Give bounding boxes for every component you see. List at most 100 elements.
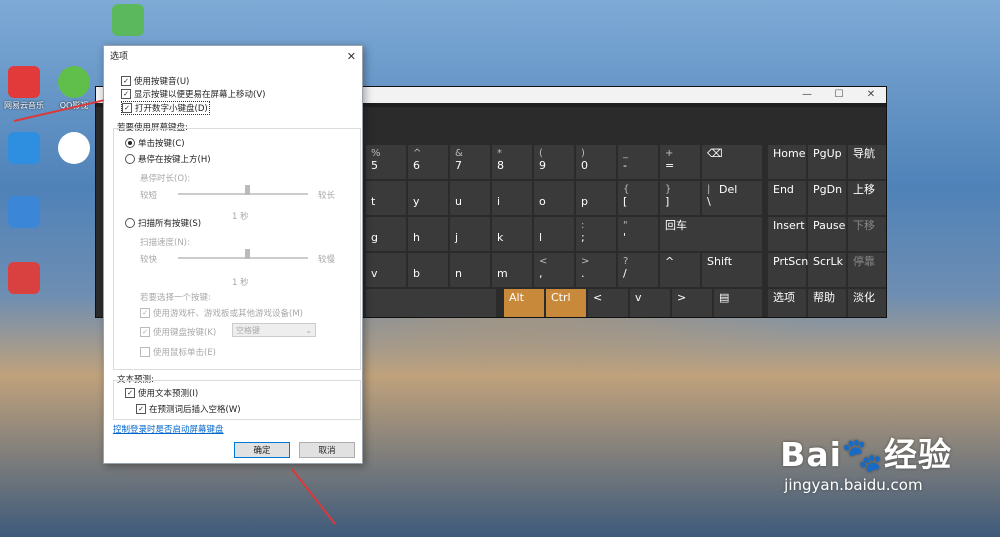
key-insert[interactable]: Insert [768,217,806,251]
key-nav[interactable]: 导航 [848,145,886,179]
close-icon[interactable]: ✕ [347,46,356,68]
checkbox-unchecked[interactable] [140,347,150,357]
key-j[interactable]: j [450,217,490,251]
key-m[interactable]: m [492,253,532,287]
key-select-dropdown[interactable]: 空格键 ⌄ [232,323,316,337]
scan-slider-thumb[interactable] [245,249,250,259]
menu-icon: ▤ [719,291,730,304]
ok-button[interactable]: 确定 [234,442,290,458]
key-p[interactable]: p [576,181,616,215]
desktop-icon-app[interactable] [4,132,44,164]
desktop-icon-qq[interactable] [54,132,94,164]
key-prtscn[interactable]: PrtScn [768,253,808,287]
scan-speed-slider[interactable] [178,257,308,259]
key-pgup[interactable]: PgUp [808,145,846,179]
key-arrow-right[interactable]: > [672,289,712,317]
key-slash[interactable]: ? / [618,253,658,287]
key-semicolon[interactable]: :; [576,217,616,251]
key-b[interactable]: b [408,253,448,287]
opt-text-prediction[interactable]: ✓ 使用文本预测(I) [125,387,198,399]
key-pause[interactable]: Pause [808,217,846,251]
key-6[interactable]: ^ 6 [408,145,448,179]
key-8[interactable]: * 8 [492,145,532,179]
key-0[interactable]: ) 0 [576,145,616,179]
checkbox-checked[interactable]: ✓ [140,327,150,337]
opt-insert-space[interactable]: ✓ 在预测词后插入空格(W) [136,403,241,415]
key-comma[interactable]: <, [534,253,574,287]
key-backspace[interactable]: ⌫ [702,145,762,179]
opt-joystick[interactable]: ✓ 使用游戏杆、游戏板或其他游戏设备(M) [140,307,303,319]
key-k[interactable]: k [492,217,532,251]
key-alt[interactable]: Alt [504,289,544,317]
opt-mouse-click[interactable]: 使用鼠标单击(E) [140,346,216,358]
key-y[interactable]: y [408,181,448,215]
key-move-up[interactable]: 上移 [848,181,886,215]
key-pgdn[interactable]: PgDn [808,181,846,215]
key-5[interactable]: % 5 [366,145,406,179]
checkbox-checked[interactable]: ✓ [122,103,132,113]
key-end[interactable]: End [768,181,806,215]
hover-time-slider[interactable] [178,193,308,195]
desktop-icon-blurred-1[interactable] [4,196,44,228]
checkbox-checked[interactable]: ✓ [125,388,135,398]
key-move-down[interactable]: 下移 [848,217,886,251]
checkbox-checked[interactable]: ✓ [136,404,146,414]
minimize-icon[interactable]: — [792,87,822,103]
key-home[interactable]: Home [768,145,806,179]
desktop-icon-blurred-2[interactable] [4,262,44,294]
key-9[interactable]: (9 [534,145,574,179]
radio-click-keys[interactable]: 单击按键(C) [125,137,185,149]
key-quote[interactable]: " ' [618,217,658,251]
opt-keyboard-key[interactable]: ✓ 使用键盘按键(K) [140,326,216,338]
key-t[interactable]: t [366,181,406,215]
key-7[interactable]: & 7 [450,145,490,179]
cancel-button[interactable]: 取消 [299,442,355,458]
blurred-app-icon [8,196,40,228]
checkbox-checked[interactable]: ✓ [140,308,150,318]
checkbox-checked[interactable]: ✓ [121,76,131,86]
key-arrow-up[interactable]: ^ [660,253,700,287]
key-minus[interactable]: _ - [618,145,658,179]
key-equals[interactable]: + = [660,145,700,179]
key-l[interactable]: l [534,217,574,251]
key-n[interactable]: n [450,253,490,287]
desktop-icon-netease-music[interactable]: 网易云音乐 [4,66,44,111]
key-arrow-down[interactable]: v [630,289,670,317]
radio-unselected[interactable] [125,154,135,164]
key-arrow-left[interactable]: < [588,289,628,317]
radio-scan-keys[interactable]: 扫描所有按键(S) [125,217,201,229]
opt-numpad[interactable]: ✓ 打开数字小键盘(D) [121,101,210,115]
key-o[interactable]: o [534,181,574,215]
key-dock[interactable]: 停靠 [848,253,886,287]
desktop-icon-wechat[interactable] [108,4,148,36]
radio-unselected[interactable] [125,218,135,228]
radio-hover-keys[interactable]: 悬停在按键上方(H) [125,153,211,165]
key-enter[interactable]: 回车 [660,217,762,251]
key-del[interactable]: Del [714,181,762,215]
key-ctrl[interactable]: Ctrl [546,289,586,317]
radio-selected[interactable] [125,138,135,148]
checkbox-checked[interactable]: ✓ [121,89,131,99]
key-bracket-right[interactable]: }] [660,181,700,215]
key-options[interactable]: 选项 [768,289,806,317]
key-u[interactable]: u [450,181,490,215]
opt-key-sound[interactable]: ✓ 使用按键音(U) [121,75,189,87]
key-bracket-left[interactable]: {[ [618,181,658,215]
key-scrlk[interactable]: ScrLk [808,253,846,287]
key-h[interactable]: h [408,217,448,251]
key-i[interactable]: i [492,181,532,215]
key-fade[interactable]: 淡化 [848,289,886,317]
key-help[interactable]: 帮助 [808,289,846,317]
key-shift[interactable]: Shift [702,253,762,287]
close-icon[interactable]: ✕ [856,87,886,103]
key-menu[interactable]: ▤ [714,289,762,317]
maximize-icon[interactable]: ☐ [824,87,854,103]
hover-slider-thumb[interactable] [245,185,250,195]
hover-short-label: 较短 [140,191,158,201]
key-g[interactable]: g [366,217,406,251]
key-period[interactable]: >. [576,253,616,287]
startup-control-link[interactable]: 控制登录时是否启动屏幕键盘 [113,423,224,435]
key-space[interactable] [366,289,496,317]
opt-show-keys[interactable]: ✓ 显示按键以便更易在屏幕上移动(V) [121,88,265,100]
key-v[interactable]: v [366,253,406,287]
